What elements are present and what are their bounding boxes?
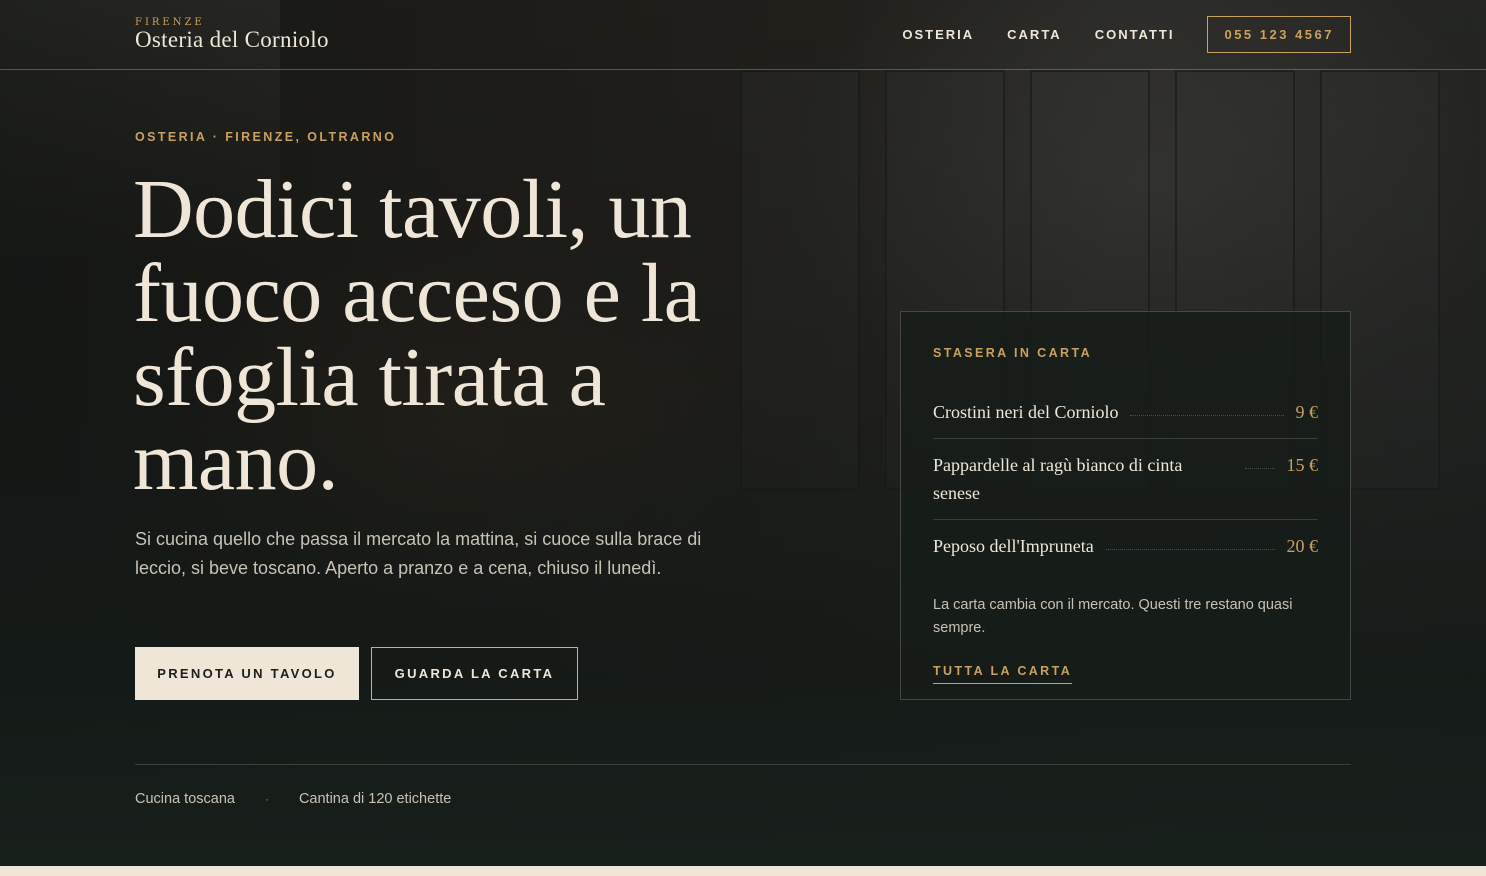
nav-link-contatti[interactable]: CONTATTI [1095,27,1175,42]
menu-item-price: 20 € [1286,536,1319,556]
site-header: FIRENZE Osteria del Corniolo OSTERIA CAR… [0,0,1486,70]
phone-button[interactable]: 055 123 4567 [1207,16,1351,53]
hero-eyebrow: OSTERIA · FIRENZE, OLTRARNO [135,130,397,144]
menu-item-price: 9 € [1295,402,1319,422]
menu-item: Pappardelle al ragù bianco di cinta sene… [933,439,1318,520]
menu-item-dish: Pappardelle al ragù bianco di cinta sene… [933,455,1183,503]
fact-separator: · [264,792,269,806]
facts-bar: Cucina toscana · Cantina di 120 etichett… [135,764,1351,807]
hero-lead: Si cucina quello che passa il mercato la… [135,529,702,578]
full-menu-link[interactable]: TUTTA LA CARTA [933,664,1073,684]
hero-headline: Dodici tavoli, un fuoco acceso e la sfog… [133,163,701,508]
menu-item-leader [1130,398,1284,416]
nav-link-osteria[interactable]: OSTERIA [902,27,974,42]
fact-wine-cellar: Cantina di 120 etichette [298,791,452,807]
page-bottom-edge [0,866,1486,876]
menu-card-note: La carta cambia con il mercato. Questi t… [933,597,1293,636]
menu-item-dish: Peposo dell'Impruneta [933,536,1094,556]
menu-item-dish: Crostini neri del Corniolo [933,402,1119,422]
menu-item-leader [1245,451,1275,469]
fact-cuisine: Cucina toscana [135,791,235,807]
menu-item: Peposo dell'Impruneta 20 € [933,520,1318,572]
main-nav: OSTERIA CARTA CONTATTI 055 123 4567 [902,16,1351,53]
view-menu-button[interactable]: GUARDA LA CARTA [371,647,578,700]
menu-item-price: 15 € [1286,455,1319,475]
menu-item-leader [1105,532,1275,550]
brand-logo[interactable]: FIRENZE Osteria del Corniolo [135,17,329,51]
brand-name: Osteria del Corniolo [135,27,329,52]
tonight-menu-card: STASERA IN CARTA Crostini neri del Corni… [900,311,1351,700]
menu-item: Crostini neri del Corniolo 9 € [933,386,1318,439]
nav-link-carta[interactable]: CARTA [1007,27,1062,42]
book-table-button[interactable]: PRENOTA UN TAVOLO [135,647,359,700]
menu-card-title: STASERA IN CARTA [933,346,1092,360]
